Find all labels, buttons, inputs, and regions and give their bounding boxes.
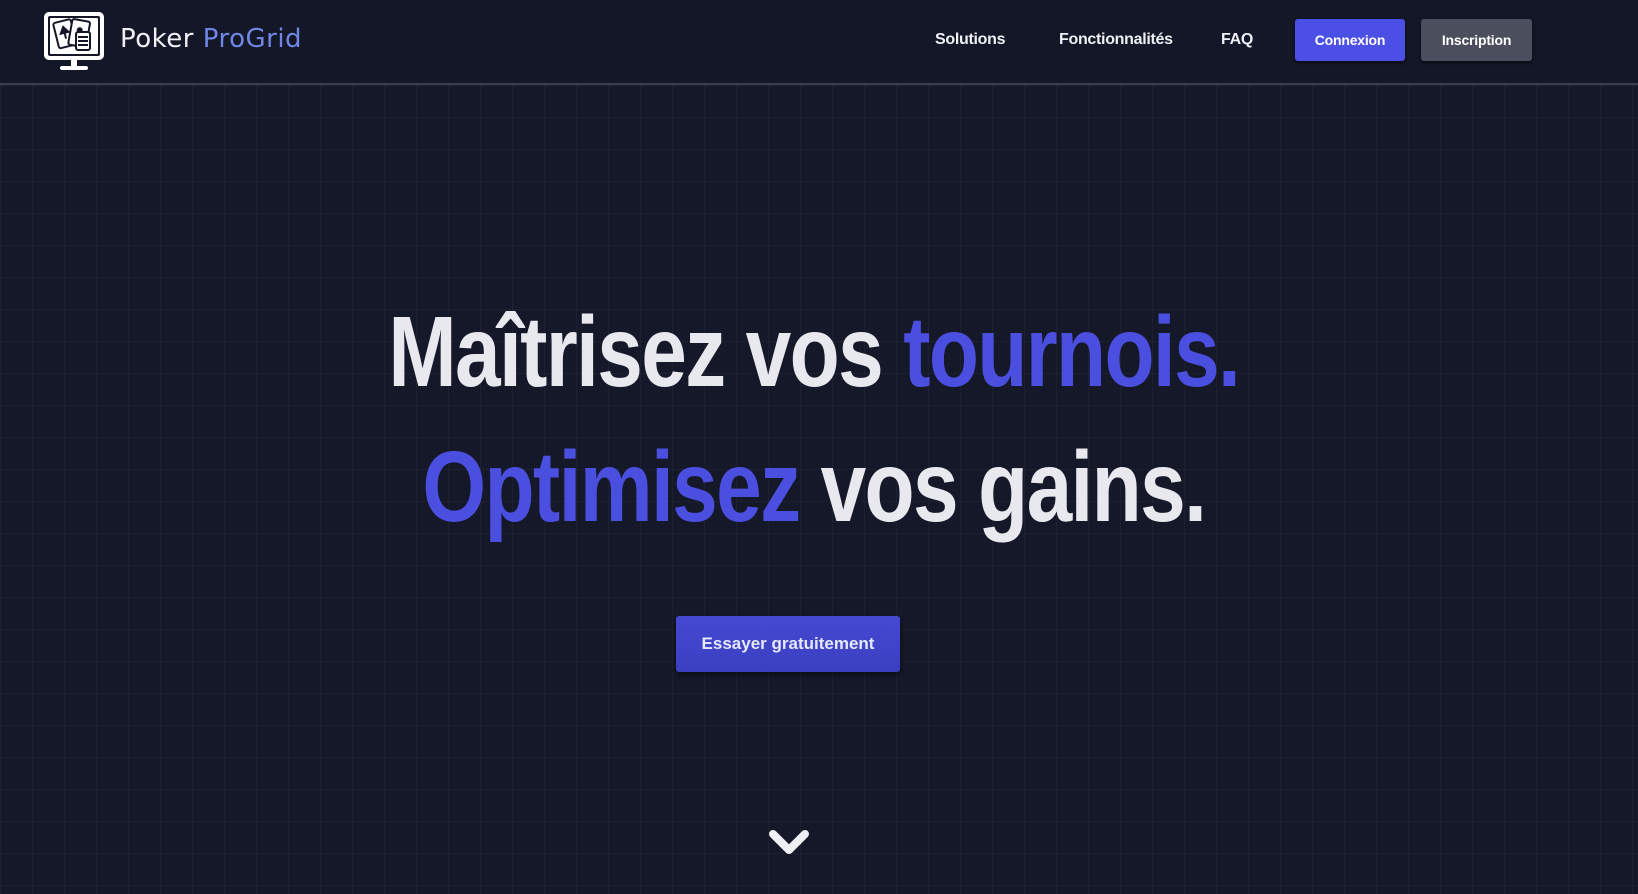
- nav-link-fonctionnalites[interactable]: Fonctionnalités: [1059, 19, 1173, 61]
- try-free-button[interactable]: Essayer gratuitement: [676, 616, 900, 672]
- nav-link-faq[interactable]: FAQ: [1221, 19, 1253, 61]
- site-header: Poker ProGrid Solutions Fonctionnalités …: [0, 0, 1638, 85]
- chevron-down-icon[interactable]: [765, 826, 813, 858]
- hero-headline-line2: Optimisez vos gains.: [142, 430, 1485, 545]
- hero-line1-highlight: tournois.: [903, 296, 1241, 408]
- login-button[interactable]: Connexion: [1295, 19, 1405, 61]
- signup-button[interactable]: Inscription: [1421, 19, 1532, 61]
- nav-link-solutions[interactable]: Solutions: [935, 19, 1005, 61]
- hero-line2-plain: vos gains.: [820, 431, 1207, 543]
- hero-headline-line1: Maîtrisez vos tournois.: [142, 295, 1485, 410]
- hero-line2-highlight: Optimisez: [422, 431, 801, 543]
- main-nav: Solutions Fonctionnalités FAQ Connexion …: [0, 19, 1638, 61]
- hero-line1-plain: Maîtrisez vos: [388, 296, 883, 408]
